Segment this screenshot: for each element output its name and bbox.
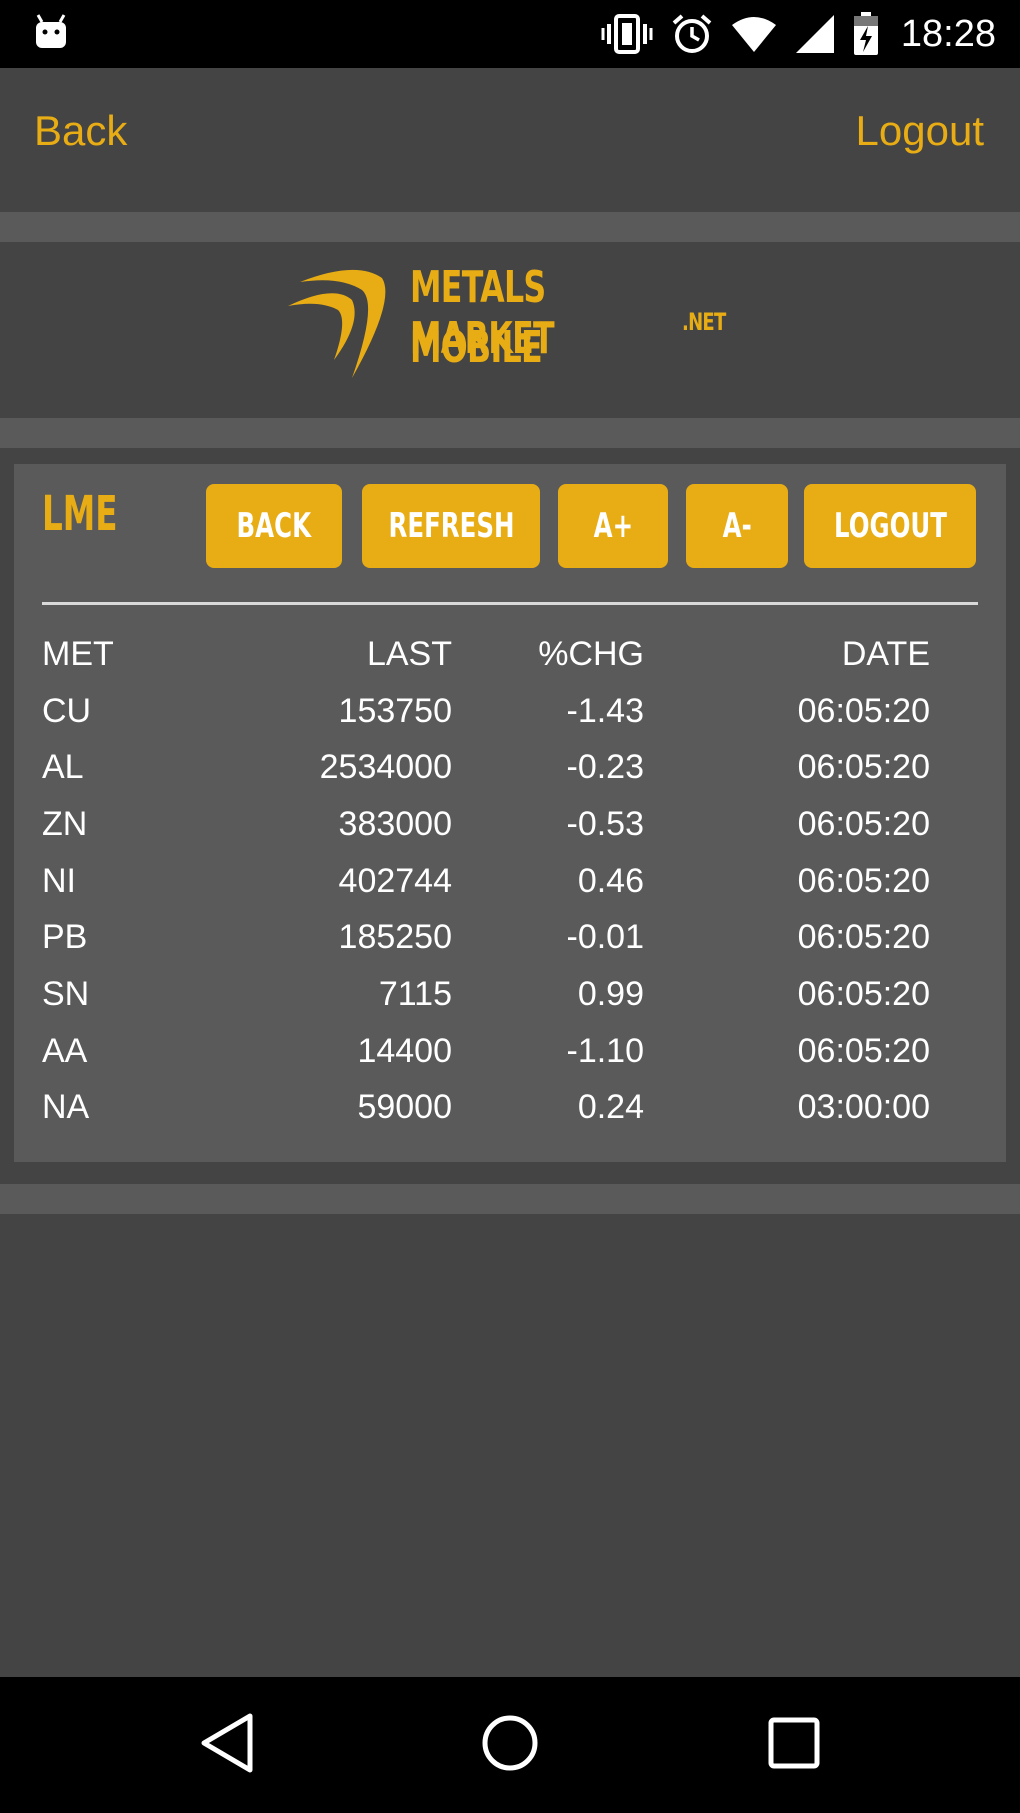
logout-button-label: LOGOUT <box>833 506 947 546</box>
logo-area: METALS MARKET MOBILE .NET <box>0 242 1020 418</box>
status-bar: 18:28 <box>0 0 1020 68</box>
cell-date: 06:05:20 <box>797 974 930 1013</box>
status-icons: 18:28 <box>601 10 996 58</box>
home-nav-icon[interactable] <box>480 1711 540 1775</box>
cell-met: CU <box>42 691 92 730</box>
panel-title: LME <box>42 486 118 542</box>
table-row: ZN 383000 -0.53 06:05:20 <box>42 796 930 853</box>
panel-container: LME BACK REFRESH A+ A- LOGOUT MET LAST %… <box>0 448 1020 1184</box>
cell-met: NA <box>42 1088 90 1127</box>
cell-chg: 0.46 <box>577 861 644 900</box>
cell-last: 153750 <box>338 691 452 730</box>
font-increase-label: A+ <box>593 506 633 546</box>
logo-swoosh-icon <box>288 269 386 378</box>
wifi-icon <box>731 17 776 52</box>
cell-last: 7115 <box>378 974 452 1013</box>
logout-button[interactable]: LOGOUT <box>804 484 976 568</box>
back-button-label: BACK <box>236 506 312 546</box>
android-icon <box>36 14 66 48</box>
back-link[interactable]: Back <box>34 110 127 152</box>
cell-date: 06:05:20 <box>797 918 930 957</box>
cell-chg: 0.99 <box>577 974 644 1013</box>
cell-last: 2534000 <box>319 748 452 787</box>
status-time: 18:28 <box>900 12 996 55</box>
cell-chg: -0.23 <box>566 748 645 787</box>
font-decrease-label: A- <box>722 506 752 546</box>
system-nav-bar <box>0 1677 1020 1813</box>
panel-rule <box>42 602 978 605</box>
cell-last: 383000 <box>338 804 452 843</box>
cell-chg: -0.01 <box>566 918 645 957</box>
table-row: PB 185250 -0.01 06:05:20 <box>42 909 930 966</box>
refresh-button[interactable]: REFRESH <box>362 484 540 568</box>
cell-last: 185250 <box>338 918 452 957</box>
vibrate-icon <box>601 14 653 54</box>
top-nav: Back Logout <box>0 68 1020 212</box>
cell-last: 14400 <box>357 1031 452 1070</box>
cell-chg: 0.24 <box>577 1088 644 1127</box>
table-row: CU 153750 -1.43 06:05:20 <box>42 683 930 740</box>
cell-date: 06:05:20 <box>797 691 930 730</box>
cell-last: 59000 <box>357 1088 452 1127</box>
cell-date: 06:05:20 <box>797 1031 930 1070</box>
cell-met: AL <box>42 748 84 787</box>
logo-suffix: .NET <box>682 308 726 336</box>
cell-met: ZN <box>42 804 88 843</box>
cell-chg: -0.53 <box>566 804 645 843</box>
table-row: NA 59000 0.24 03:00:00 <box>42 1080 930 1137</box>
table-row: SN 7115 0.99 06:05:20 <box>42 966 930 1023</box>
back-button[interactable]: BACK <box>206 484 342 568</box>
cell-met: NI <box>42 861 76 900</box>
refresh-button-label: REFRESH <box>387 506 514 546</box>
header-last: LAST <box>366 634 452 673</box>
cell-date: 06:05:20 <box>797 748 930 787</box>
table-row: AL 2534000 -0.23 06:05:20 <box>42 739 930 796</box>
table-header-row: MET LAST %CHG DATE <box>42 626 930 683</box>
back-nav-icon[interactable] <box>198 1711 256 1775</box>
font-increase-button[interactable]: A+ <box>558 484 668 568</box>
cell-chg: -1.10 <box>566 1031 645 1070</box>
prices-panel: LME BACK REFRESH A+ A- LOGOUT MET LAST %… <box>14 464 1006 1162</box>
divider <box>0 418 1020 448</box>
cell-date: 03:00:00 <box>797 1088 930 1127</box>
header-date: DATE <box>841 634 930 673</box>
alarm-icon <box>672 14 712 53</box>
logo-line2: MOBILE <box>410 322 543 373</box>
logo: METALS MARKET MOBILE .NET <box>286 252 746 402</box>
table-row: AA 14400 -1.10 06:05:20 <box>42 1023 930 1080</box>
cell-met: PB <box>42 918 88 957</box>
cell-met: SN <box>42 974 90 1013</box>
divider <box>0 212 1020 242</box>
font-decrease-button[interactable]: A- <box>686 484 788 568</box>
prices-table: MET LAST %CHG DATE CU 153750 -1.43 06:05… <box>42 626 930 1136</box>
cell-last: 402744 <box>338 861 452 900</box>
divider <box>0 1184 1020 1214</box>
recents-nav-icon[interactable] <box>766 1711 822 1775</box>
table-row: NI 402744 0.46 06:05:20 <box>42 853 930 910</box>
cell-met: AA <box>42 1031 88 1070</box>
cell-date: 06:05:20 <box>797 861 930 900</box>
cell-chg: -1.43 <box>566 691 645 730</box>
battery-charging-icon <box>853 12 878 55</box>
cell-date: 06:05:20 <box>797 804 930 843</box>
cell-signal-icon <box>795 15 834 53</box>
header-met: MET <box>42 634 114 673</box>
header-chg: %CHG <box>538 634 644 673</box>
logout-link[interactable]: Logout <box>856 110 984 152</box>
